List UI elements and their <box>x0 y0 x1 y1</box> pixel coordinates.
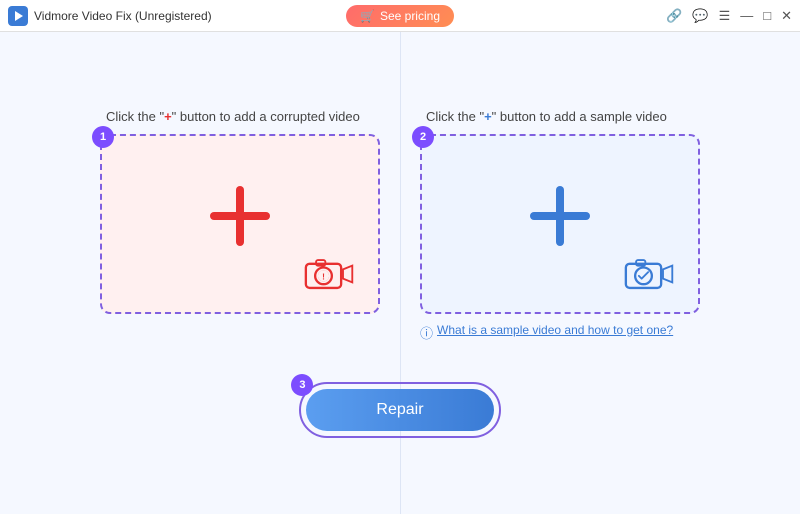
sample-video-link[interactable]: What is a sample video and how to get on… <box>437 322 673 339</box>
sample-camera-icon <box>624 256 676 292</box>
right-camera-area <box>624 256 676 292</box>
app-logo <box>8 6 28 26</box>
left-badge: 1 <box>92 126 114 148</box>
left-plus-highlight: + <box>164 109 172 124</box>
sample-video-drop-zone[interactable]: 2 <box>420 134 700 314</box>
left-panel-label: Click the "+" button to add a corrupted … <box>100 109 360 124</box>
repair-button[interactable]: Repair <box>306 389 493 431</box>
titlebar-left: Vidmore Video Fix (Unregistered) <box>8 6 212 26</box>
close-button[interactable]: ✕ <box>781 8 792 24</box>
cart-icon: 🛒 <box>360 9 375 23</box>
titlebar-center: 🛒 See pricing <box>346 5 454 27</box>
repair-area: 3 Repair <box>299 382 500 438</box>
repair-badge: 3 <box>291 374 313 396</box>
svg-text:!: ! <box>322 271 325 281</box>
divider <box>400 32 401 514</box>
see-pricing-button[interactable]: 🛒 See pricing <box>346 5 454 27</box>
right-badge: 2 <box>412 126 434 148</box>
right-plus-highlight: + <box>484 109 492 124</box>
titlebar-right: 🔗 💬 ☰ — □ ✕ <box>666 8 792 24</box>
left-plus-v <box>236 186 244 246</box>
right-panel: Click the "+" button to add a sample vid… <box>420 109 700 342</box>
sample-link-area: ⓘ What is a sample video and how to get … <box>420 322 673 342</box>
link-icon[interactable]: 🔗 <box>666 8 682 24</box>
left-plus-icon <box>205 181 275 251</box>
corrupted-video-drop-zone[interactable]: 1 <box>100 134 380 314</box>
corrupted-camera-icon: ! <box>304 256 356 292</box>
maximize-button[interactable]: □ <box>763 8 771 23</box>
menu-icon[interactable]: ☰ <box>719 8 731 24</box>
left-panel: Click the "+" button to add a corrupted … <box>100 109 380 314</box>
minimize-button[interactable]: — <box>740 8 753 23</box>
repair-outer-border: 3 Repair <box>299 382 500 438</box>
titlebar: Vidmore Video Fix (Unregistered) 🛒 See p… <box>0 0 800 32</box>
right-panel-label: Click the "+" button to add a sample vid… <box>420 109 667 124</box>
main-content: Click the "+" button to add a corrupted … <box>0 32 800 514</box>
right-plus-icon <box>525 181 595 251</box>
pricing-label: See pricing <box>380 9 440 23</box>
app-title: Vidmore Video Fix (Unregistered) <box>34 9 212 23</box>
right-plus-v <box>556 186 564 246</box>
message-icon[interactable]: 💬 <box>692 8 708 24</box>
left-camera-area: ! <box>304 256 356 292</box>
question-circle-icon: ⓘ <box>420 323 433 342</box>
